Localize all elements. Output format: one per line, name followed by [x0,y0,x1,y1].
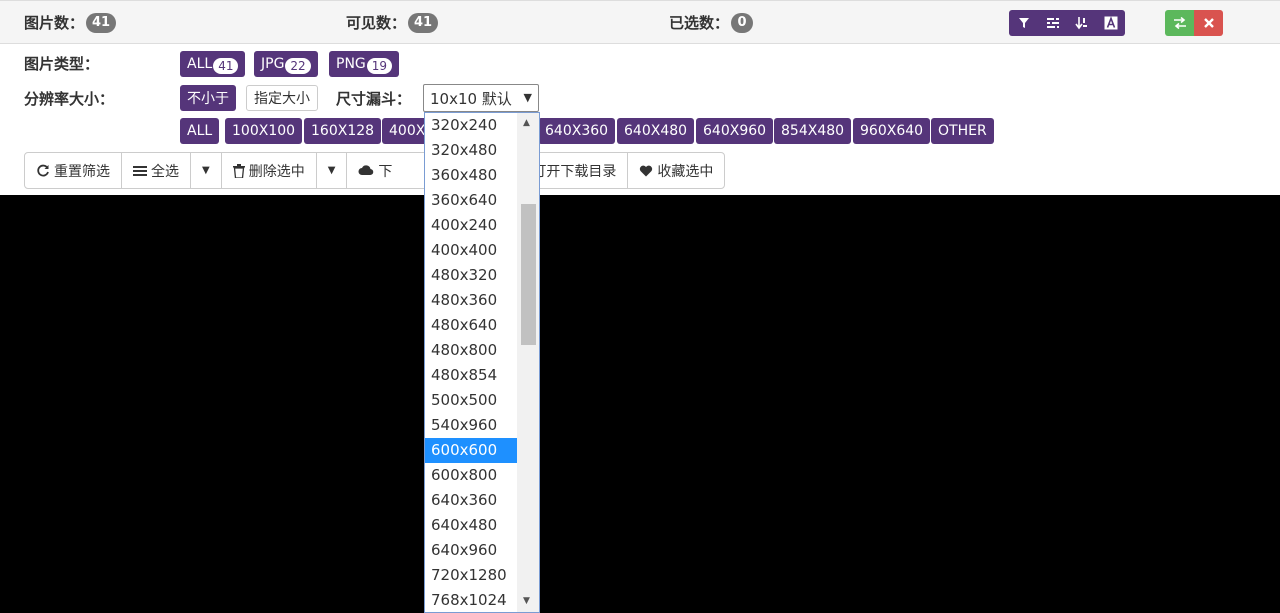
type-jpg-label: JPG [261,56,285,72]
heart-icon [640,165,653,176]
reset-filter-label: 重置筛选 [54,163,110,180]
favorite-selected-label: 收藏选中 [657,163,714,180]
size-funnel-label: 尺寸漏斗： [336,90,412,108]
open-folder-label: 打开下载目录 [532,163,617,180]
action-tools [1165,10,1223,36]
select-all-label: 全选 [151,163,179,180]
delete-dropdown-toggle[interactable]: ▼ [317,153,348,188]
scroll-down-icon[interactable]: ▼ [523,596,530,606]
scroll-up-icon[interactable]: ▲ [523,118,530,128]
visible-count-badge: 41 [408,12,439,33]
image-count: 图片数： 41 [24,12,117,33]
preset-other-button[interactable]: OTHER [931,118,994,144]
delete-selected-button[interactable]: 删除选中 [222,153,317,188]
dropdown-option[interactable]: 600x600 [425,438,518,463]
caret-down-icon: ▼ [202,165,210,176]
dropdown-option[interactable]: 640x480 [425,513,518,538]
image-gallery-area [0,195,1280,613]
refresh-icon [37,164,49,176]
select-dropdown-toggle[interactable]: ▼ [191,153,222,188]
not-less-than-button[interactable]: 不小于 [180,85,236,111]
dropdown-option[interactable]: 360x480 [425,163,518,188]
selected-count: 已选数： 0 [669,12,754,33]
dropdown-option[interactable]: 540x960 [425,413,518,438]
action-toolbar: 重置筛选 全选 ▼ 删除选中 ▼ 下 打开下载目录 收藏选中 [24,152,726,189]
scrollbar-thumb[interactable] [521,204,536,345]
dropdown-option[interactable]: 400x400 [425,238,518,263]
type-all-count: 41 [213,58,239,74]
size-funnel-dropdown[interactable]: 320x240 320x480 360x480 360x640 400x240 400x4… [424,112,540,613]
filter-icon[interactable] [1009,10,1038,36]
dropdown-option[interactable]: 320x240 [425,113,518,138]
preset-640x360-button[interactable]: 640X360 [538,118,616,144]
type-all-label: ALL [187,56,213,72]
preset-854x480-button[interactable]: 854X480 [774,118,852,144]
dropdown-option[interactable]: 360x640 [425,188,518,213]
dropdown-option[interactable]: 480x854 [425,363,518,388]
dropdown-option[interactable]: 480x320 [425,263,518,288]
type-png-button[interactable]: PNG 19 [329,51,400,77]
dropdown-option[interactable]: 500x500 [425,388,518,413]
download-label: 下 [378,163,393,180]
preset-640x960-button[interactable]: 640X960 [696,118,774,144]
delete-selected-label: 删除选中 [248,163,305,180]
dropdown-scrollbar[interactable]: ▲ ▼ [517,113,539,612]
dropdown-option[interactable]: 400x240 [425,213,518,238]
caret-down-icon: ▼ [523,91,532,104]
cloud-download-icon [358,164,374,175]
preset-100x100-button[interactable]: 100X100 [225,118,303,144]
resolution-label: 分辨率大小： [24,90,115,108]
dropdown-options: 320x240 320x480 360x480 360x640 400x240 400x4… [425,113,518,612]
top-stats-bar: 图片数： 41 可见数： 41 已选数： 0 [0,0,1280,44]
visible-count: 可见数： 41 [346,12,439,33]
size-funnel-select[interactable]: 10x10 默认 ▼ [423,84,539,112]
preset-160x128-button[interactable]: 160X128 [304,118,382,144]
dropdown-option[interactable]: 768x1024 [425,588,518,612]
type-filter-label: 图片类型： [24,55,100,73]
preset-all-button[interactable]: ALL [180,118,220,144]
list-icon [133,165,147,176]
dropdown-option[interactable]: 480x800 [425,338,518,363]
preset-960x640-button[interactable]: 960X640 [853,118,931,144]
sort-icon[interactable] [1067,10,1096,36]
visible-count-label: 可见数： [346,14,407,32]
font-icon[interactable] [1096,10,1125,36]
trash-icon [232,163,245,178]
dropdown-option[interactable]: 480x640 [425,313,518,338]
swap-icon[interactable] [1165,10,1194,36]
selected-count-badge: 0 [731,12,754,33]
list-icon[interactable] [1038,10,1067,36]
dropdown-option[interactable]: 720x1280 [425,563,518,588]
dropdown-option[interactable]: 640x360 [425,488,518,513]
size-funnel-value: 10x10 默认 [430,89,512,108]
type-jpg-count: 22 [285,58,311,74]
view-tools [1009,10,1125,36]
dropdown-option[interactable]: 640x960 [425,538,518,563]
selected-count-label: 已选数： [669,14,730,32]
dropdown-option[interactable]: 480x360 [425,288,518,313]
type-all-button[interactable]: ALL 41 [180,51,246,77]
caret-down-icon: ▼ [327,165,336,176]
select-all-button[interactable]: 全选 [122,153,191,188]
type-png-label: PNG [336,56,366,72]
dropdown-option[interactable]: 320x480 [425,138,518,163]
type-png-count: 19 [366,58,393,74]
custom-size-button[interactable]: 指定大小 [246,85,318,111]
reset-filter-button[interactable]: 重置筛选 [25,153,122,188]
image-count-label: 图片数： [24,14,85,32]
type-jpg-button[interactable]: JPG 22 [254,51,318,77]
preset-640x480-button[interactable]: 640X480 [617,118,695,144]
image-count-badge: 41 [86,12,117,33]
dropdown-option[interactable]: 600x800 [425,463,518,488]
close-icon[interactable] [1194,10,1223,36]
favorite-selected-button[interactable]: 收藏选中 [628,153,724,188]
